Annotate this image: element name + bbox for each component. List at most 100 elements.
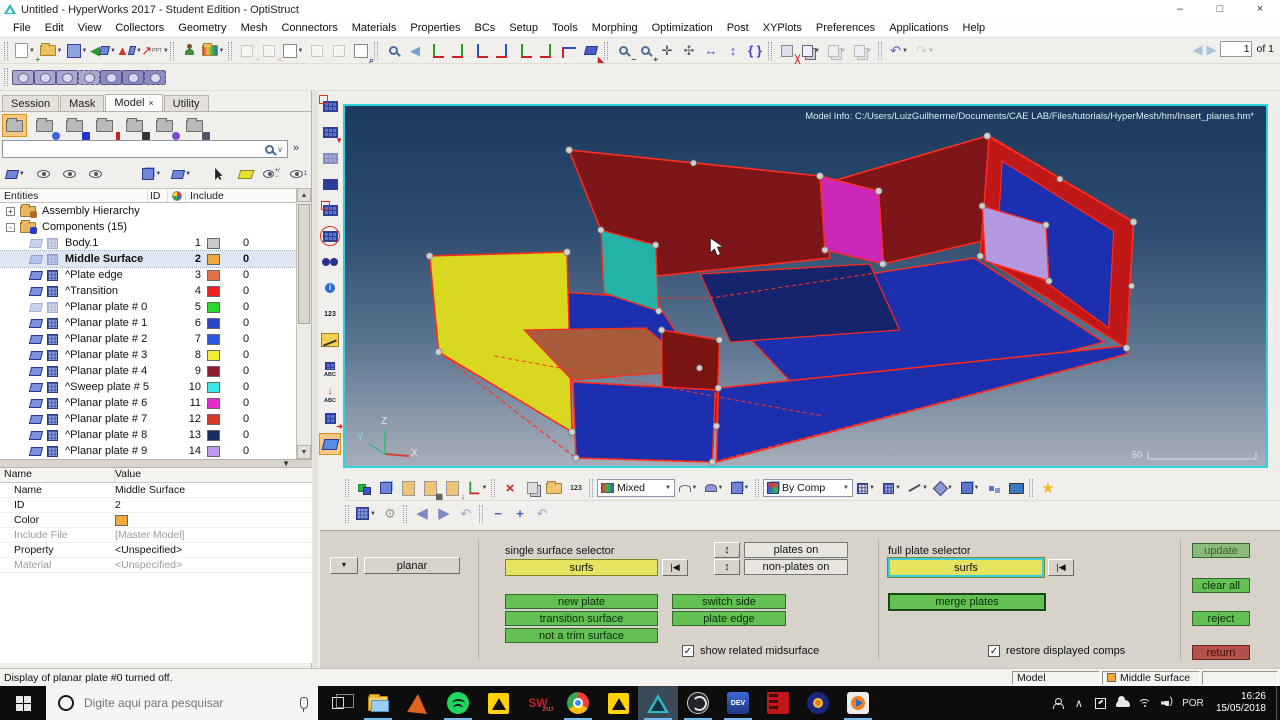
tree-row[interactable]: ^Planar plate # 6 11 0	[0, 395, 296, 411]
set-view-button[interactable]	[152, 114, 180, 140]
wifi-icon[interactable]	[1134, 698, 1156, 708]
tree-splitter[interactable]: ▼	[0, 459, 312, 468]
menu-post[interactable]: Post	[720, 20, 756, 36]
clear-all-button[interactable]: clear all	[1192, 578, 1250, 593]
tab-mask[interactable]: Mask	[60, 95, 105, 111]
property-row-include-file[interactable]: Include File [Master Model]	[0, 528, 312, 543]
undo-small-button[interactable]: ↶	[531, 503, 553, 525]
component-color-swatch[interactable]	[207, 445, 220, 457]
property-row-material[interactable]: Material <Unspecified>	[0, 558, 312, 573]
component-color-swatch[interactable]	[207, 397, 220, 409]
id-column-header[interactable]: ID	[148, 189, 168, 202]
taskbar-app-avee-player[interactable]	[798, 686, 838, 720]
color-column-header[interactable]	[168, 190, 186, 201]
tree-row[interactable]: ^Planar plate # 8 13 0	[0, 427, 296, 443]
tree-row[interactable]: ^Planar plate # 9 14 0	[0, 443, 296, 459]
property-value[interactable]: <Unspecified>	[115, 544, 182, 556]
menu-materials[interactable]: Materials	[345, 20, 404, 36]
renumber-button[interactable]: 123	[565, 477, 587, 499]
connection-view-button[interactable]	[32, 114, 60, 140]
people-icon[interactable]	[1046, 698, 1068, 709]
property-value[interactable]: Middle Surface	[115, 484, 185, 496]
minimize-button[interactable]: –	[1160, 0, 1200, 19]
component-blue-button[interactable]	[375, 477, 397, 499]
tab-close-icon[interactable]: ×	[148, 98, 153, 108]
toolbar-handle[interactable]	[345, 479, 349, 497]
onedrive-cloud-icon[interactable]	[1112, 695, 1134, 707]
undo-view-button[interactable]: ↶	[455, 503, 477, 525]
value-column-header[interactable]: Value	[115, 468, 141, 482]
collapse-icon[interactable]: -	[6, 222, 15, 232]
save-model-button[interactable]: ▼	[64, 40, 90, 62]
plates-spinner-button[interactable]: ↕	[714, 542, 740, 558]
switch-side-button[interactable]: switch side	[672, 594, 786, 609]
component-color-swatch[interactable]	[207, 317, 220, 329]
tree-row[interactable]: ^Planar plate # 0 5 0	[0, 299, 296, 315]
organize-view-button[interactable]	[182, 114, 210, 140]
mesh-wire-button[interactable]: ▼	[853, 477, 879, 499]
favorites-star-button[interactable]: ★	[1037, 477, 1059, 499]
plates-on-button[interactable]: plates on	[744, 542, 848, 558]
add-page-button[interactable]: +	[236, 40, 260, 63]
panel-frame-2-button[interactable]	[319, 199, 341, 221]
full-selector-reset-button[interactable]: |◀	[1048, 559, 1074, 576]
taskbar-app-solidworks[interactable]: SW 2017	[518, 686, 558, 720]
capture-image-button[interactable]	[12, 66, 34, 88]
wrench-options-button[interactable]: ⚙	[379, 503, 401, 525]
tree-row[interactable]: ^Transition 4 0	[0, 283, 296, 299]
delete-button[interactable]: ×	[499, 477, 521, 499]
geometry-display-dropdown[interactable]: Mixed ▼	[597, 479, 675, 497]
menu-view[interactable]: View	[71, 20, 109, 36]
zoom-in-button[interactable]: +	[634, 40, 658, 63]
components-button[interactable]	[353, 477, 375, 499]
capture-video-region-button[interactable]	[144, 66, 166, 88]
maximize-button[interactable]: □	[1200, 0, 1240, 19]
component-color-swatch[interactable]	[207, 269, 220, 281]
menu-mesh[interactable]: Mesh	[234, 20, 275, 36]
taskbar-search[interactable]	[46, 686, 318, 720]
full-plate-selector-button[interactable]: surfs	[887, 557, 1045, 578]
color-mode-dropdown[interactable]: By Comp ▼	[763, 479, 853, 497]
fit-height-button[interactable]: ↕	[722, 40, 744, 62]
entities-column-header[interactable]: Entities	[0, 189, 148, 202]
swap-page-button[interactable]	[328, 40, 350, 62]
systems-button[interactable]: ▼	[463, 477, 489, 499]
property-row-property[interactable]: Property <Unspecified>	[0, 543, 312, 558]
scrollbar-thumb[interactable]	[298, 204, 310, 324]
merge-plates-button[interactable]: merge plates	[888, 593, 1046, 611]
tree-row[interactable]: ^Plate edge 3 0	[0, 267, 296, 283]
single-surface-selector-button[interactable]: surfs	[505, 559, 658, 576]
shaded-button[interactable]: ▼	[701, 477, 727, 499]
component-color-swatch[interactable]	[207, 365, 220, 377]
checkbox-check-icon[interactable]: ✓	[988, 645, 1000, 657]
zoom-out-button[interactable]: −	[612, 40, 636, 63]
start-button[interactable]	[0, 686, 46, 720]
menu-edit[interactable]: Edit	[38, 20, 71, 36]
taskbar-app-hyperworks[interactable]	[638, 686, 678, 720]
taskbar-app-media-player[interactable]	[838, 686, 878, 720]
load-labels-button[interactable]: ↓ ABC	[319, 381, 341, 405]
tree-row[interactable]: ^Planar plate # 1 6 0	[0, 315, 296, 331]
toolbar-handle[interactable]	[4, 41, 8, 60]
component-color-swatch[interactable]	[207, 429, 220, 441]
isolate-button[interactable]	[60, 163, 79, 185]
open-model-button[interactable]: ▼	[38, 40, 64, 62]
measure-angle-button[interactable]	[319, 329, 341, 351]
line-style-button[interactable]: ▼	[905, 477, 931, 499]
fit-width-button[interactable]: ↔	[700, 40, 722, 62]
return-button[interactable]: return	[1192, 645, 1250, 660]
tree-row[interactable]: ^Planar plate # 4 9 0	[0, 363, 296, 379]
browser-search[interactable]: ∨	[2, 140, 288, 158]
include-column-header[interactable]: Include	[186, 190, 224, 202]
checkbox-check-icon[interactable]: ✓	[682, 645, 694, 657]
menu-geometry[interactable]: Geometry	[171, 20, 233, 36]
planar-mode-button[interactable]: planar	[364, 557, 460, 574]
binoculars-find-button[interactable]	[319, 251, 341, 273]
component-color-swatch[interactable]	[207, 381, 220, 393]
non-plates-on-button[interactable]: non-plates on	[744, 559, 848, 575]
chevron-up-icon[interactable]: ∧	[1068, 697, 1090, 710]
axis-view-yx-button[interactable]	[426, 40, 448, 62]
capture-video-button[interactable]	[100, 66, 122, 88]
component-color-swatch[interactable]	[207, 237, 220, 249]
menu-file[interactable]: File	[6, 20, 38, 36]
